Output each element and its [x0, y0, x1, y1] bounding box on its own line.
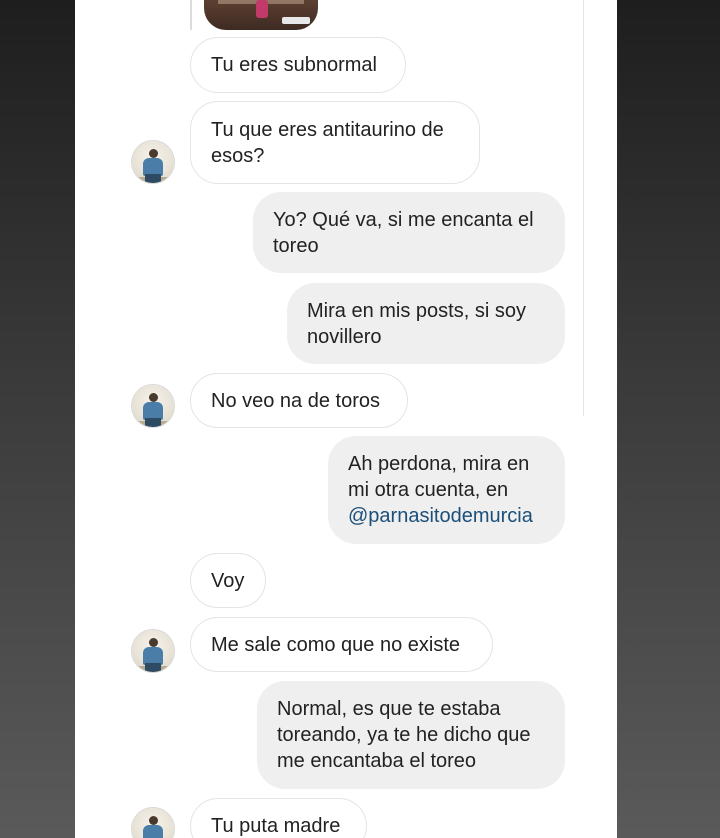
avatar-head — [149, 638, 158, 647]
contact-avatar[interactable] — [132, 141, 174, 183]
message-text: No veo na de toros — [211, 389, 380, 412]
message-bubble-received[interactable]: Voy — [190, 553, 266, 608]
message-text: Voy — [211, 569, 245, 592]
chat-panel: Tu eres subnormal Tu que eres antitaurin… — [75, 0, 617, 838]
scroll-edge — [583, 0, 584, 416]
message-bubble-received[interactable]: Tu puta madre — [190, 798, 367, 838]
avatar-head — [149, 149, 158, 158]
image-figure — [256, 0, 268, 18]
message-text: Yo? Qué va, si me encanta el toreo — [273, 208, 534, 257]
avatar-legs — [145, 418, 161, 427]
avatar-body — [143, 825, 163, 838]
message-bubble-sent[interactable]: Mira en mis posts, si soy novillero — [287, 283, 565, 364]
message-text: Mira en mis posts, si soy novillero — [307, 299, 526, 348]
avatar-legs — [145, 663, 161, 672]
contact-avatar[interactable] — [132, 808, 174, 838]
message-bubble-received[interactable]: Tu que eres antitaurino de esos? — [190, 101, 480, 184]
message-text: Me sale como que no existe — [211, 633, 461, 656]
avatar-head — [149, 816, 158, 825]
message-bubble-received[interactable]: Me sale como que no existe — [190, 617, 493, 672]
avatar-head — [149, 393, 158, 402]
contact-avatar[interactable] — [132, 385, 174, 427]
contact-avatar[interactable] — [132, 630, 174, 672]
account-mention-link[interactable]: @parnasitodemurcia — [348, 505, 533, 527]
message-bubble-sent[interactable]: Ah perdona, mira en mi otra cuenta, en @… — [328, 436, 565, 544]
message-text: Tu puta madre — [211, 815, 341, 837]
message-bubble-received[interactable]: No veo na de toros — [190, 373, 408, 428]
message-text: Tu eres subnormal — [211, 54, 377, 76]
message-text-with-mention: Ah perdona, mira en mi otra cuenta, en @… — [348, 451, 533, 529]
thread-line — [190, 0, 192, 30]
message-text: Ah perdona, mira en mi otra cuenta, en — [348, 453, 530, 501]
message-text: Tu que eres antitaurino de esos? — [211, 118, 444, 167]
shared-post-image[interactable] — [204, 0, 318, 30]
avatar-legs — [145, 174, 161, 183]
message-text: Normal, es que te estaba toreando, ya te… — [277, 698, 531, 772]
message-bubble-received[interactable]: Tu eres subnormal — [190, 37, 406, 93]
message-bubble-sent[interactable]: Yo? Qué va, si me encanta el toreo — [253, 192, 565, 273]
message-bubble-sent[interactable]: Normal, es que te estaba toreando, ya te… — [257, 681, 565, 789]
image-tag — [282, 17, 310, 24]
